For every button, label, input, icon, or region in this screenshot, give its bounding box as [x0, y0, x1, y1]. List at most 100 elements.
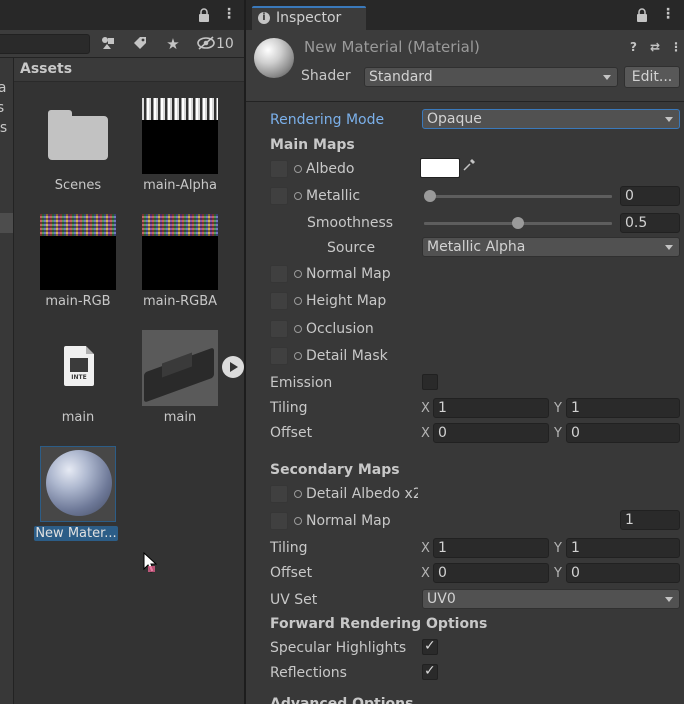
forward-rendering-heading: Forward Rendering Options [270, 616, 488, 632]
help-icon[interactable]: ? [630, 40, 637, 54]
lock-icon[interactable] [636, 8, 648, 22]
asset-label: New Mater... [34, 526, 118, 541]
project-toolbar: ★ 10 [0, 30, 244, 58]
axis-x-label: X [421, 566, 430, 581]
smoothness-value-field[interactable]: 0.5 [620, 213, 680, 233]
folder-tree: ia ls ps [0, 58, 14, 704]
chevron-down-icon [665, 245, 673, 250]
detail-normal-map-label: Normal Map [294, 513, 391, 529]
filter-by-label-icon[interactable] [132, 35, 148, 53]
offset-y-field[interactable]: 0 [566, 423, 680, 443]
rendering-mode-dropdown[interactable]: Opaque [422, 109, 680, 129]
tiling-x-field[interactable]: 1 [433, 398, 549, 418]
tiling-y-field[interactable]: 1 [566, 398, 680, 418]
tab-inspector[interactable]: i Inspector [252, 6, 366, 30]
edit-shader-button[interactable]: Edit... [624, 66, 680, 88]
metallic-slider[interactable] [424, 195, 612, 198]
tab-inspector-label: Inspector [276, 10, 342, 26]
axis-y-label: Y [554, 541, 562, 556]
metallic-slider-handle[interactable] [424, 190, 436, 202]
project-panel: ⋮ ★ 10 ia ls ps Assets Scenes [0, 0, 244, 704]
project-search-input[interactable] [0, 34, 90, 54]
asset-label: Scenes [54, 178, 102, 193]
tree-item-selected[interactable] [0, 213, 13, 233]
uv-set-label: UV Set [270, 592, 318, 608]
pick-object-icon[interactable] [294, 325, 302, 333]
tree-item[interactable]: ps [0, 120, 7, 136]
kebab-menu-icon[interactable]: ⋮ [222, 7, 236, 21]
texture-preview [142, 214, 218, 290]
shader-label: Shader [301, 68, 351, 84]
axis-x-label: X [421, 541, 430, 556]
asset-item-main-model[interactable]: main [128, 330, 244, 430]
asset-item-main-rgb[interactable]: main-RGB [26, 214, 116, 314]
pick-object-icon[interactable] [294, 352, 302, 360]
asset-thumbnail [142, 98, 218, 174]
asset-item-main-alpha[interactable]: main-Alpha [128, 98, 218, 198]
detail-normal-map-slot[interactable] [270, 512, 288, 530]
emission-checkbox[interactable] [422, 374, 438, 390]
chevron-down-icon [603, 75, 611, 80]
specular-highlights-checkbox[interactable]: ✓ [422, 638, 438, 655]
detail-mask-label: Detail Mask [294, 348, 388, 364]
metallic-value-field[interactable]: 0 [620, 186, 680, 206]
detail-tiling-x-field[interactable]: 1 [433, 538, 549, 558]
pick-object-icon[interactable] [294, 192, 302, 200]
offset-x-field[interactable]: 0 [433, 423, 549, 443]
asset-item-scenes[interactable]: Scenes [26, 98, 116, 198]
detail-mask-slot[interactable] [270, 347, 288, 365]
detail-normal-scale-field[interactable]: 1 [620, 510, 680, 530]
material-header: New Material (Material) ? ⇄ ⋮ Shader Sta… [246, 30, 684, 102]
expand-play-icon[interactable] [222, 356, 244, 378]
mouse-cursor-icon [143, 552, 157, 573]
asset-item-main-script[interactable]: INTE main [26, 330, 116, 430]
albedo-texture-slot[interactable] [270, 160, 288, 178]
project-tab-bar: ⋮ [0, 0, 244, 30]
albedo-color-swatch[interactable] [420, 158, 460, 178]
height-map-slot[interactable] [270, 292, 288, 310]
favorite-star-icon[interactable]: ★ [165, 35, 181, 53]
smoothness-label: Smoothness [307, 215, 394, 231]
tiling-label: Tiling [270, 400, 308, 416]
chevron-down-icon [665, 117, 673, 122]
detail-offset-y-field[interactable]: 0 [566, 563, 680, 583]
hidden-packages-count[interactable]: 10 [216, 35, 234, 53]
detail-offset-x-field[interactable]: 0 [433, 563, 549, 583]
source-label: Source [327, 240, 376, 256]
filter-by-type-icon[interactable] [100, 35, 116, 53]
asset-label: main-RGB [45, 294, 111, 309]
asset-item-new-material[interactable]: New Mater... [26, 446, 118, 546]
normal-map-label: Normal Map [294, 266, 391, 282]
normal-map-slot[interactable] [270, 265, 288, 283]
shader-dropdown[interactable]: Standard [364, 67, 618, 87]
pick-object-icon[interactable] [294, 270, 302, 278]
detail-albedo-slot[interactable] [270, 485, 288, 503]
preset-icon[interactable]: ⇄ [650, 40, 660, 54]
occlusion-label: Occlusion [294, 321, 374, 337]
kebab-menu-icon[interactable]: ⋮ [661, 7, 675, 21]
texture-preview [40, 214, 116, 290]
tree-item[interactable]: ls [0, 100, 4, 116]
smoothness-source-dropdown[interactable]: Metallic Alpha [422, 237, 680, 257]
lock-icon[interactable] [198, 8, 210, 22]
assets-breadcrumb-label[interactable]: Assets [20, 61, 72, 77]
asset-item-main-rgba[interactable]: main-RGBA [128, 214, 218, 314]
occlusion-slot[interactable] [270, 320, 288, 338]
tree-item[interactable]: ia [0, 80, 6, 96]
reflections-checkbox[interactable]: ✓ [422, 663, 438, 680]
detail-tiling-y-field[interactable]: 1 [566, 538, 680, 558]
uv-set-dropdown[interactable]: UV0 [422, 589, 680, 609]
asset-label: main-RGBA [142, 294, 218, 309]
height-map-label: Height Map [294, 293, 386, 309]
eyedropper-icon[interactable] [460, 158, 478, 178]
pick-object-icon[interactable] [294, 517, 302, 525]
advanced-options-heading: Advanced Options [270, 696, 414, 704]
hidden-packages-eye-icon[interactable] [196, 35, 216, 53]
detail-tiling-label: Tiling [270, 540, 308, 556]
kebab-menu-icon[interactable]: ⋮ [670, 40, 682, 54]
pick-object-icon[interactable] [294, 297, 302, 305]
metallic-texture-slot[interactable] [270, 187, 288, 205]
smoothness-slider-handle[interactable] [512, 217, 524, 229]
pick-object-icon[interactable] [294, 490, 302, 498]
pick-object-icon[interactable] [294, 165, 302, 173]
